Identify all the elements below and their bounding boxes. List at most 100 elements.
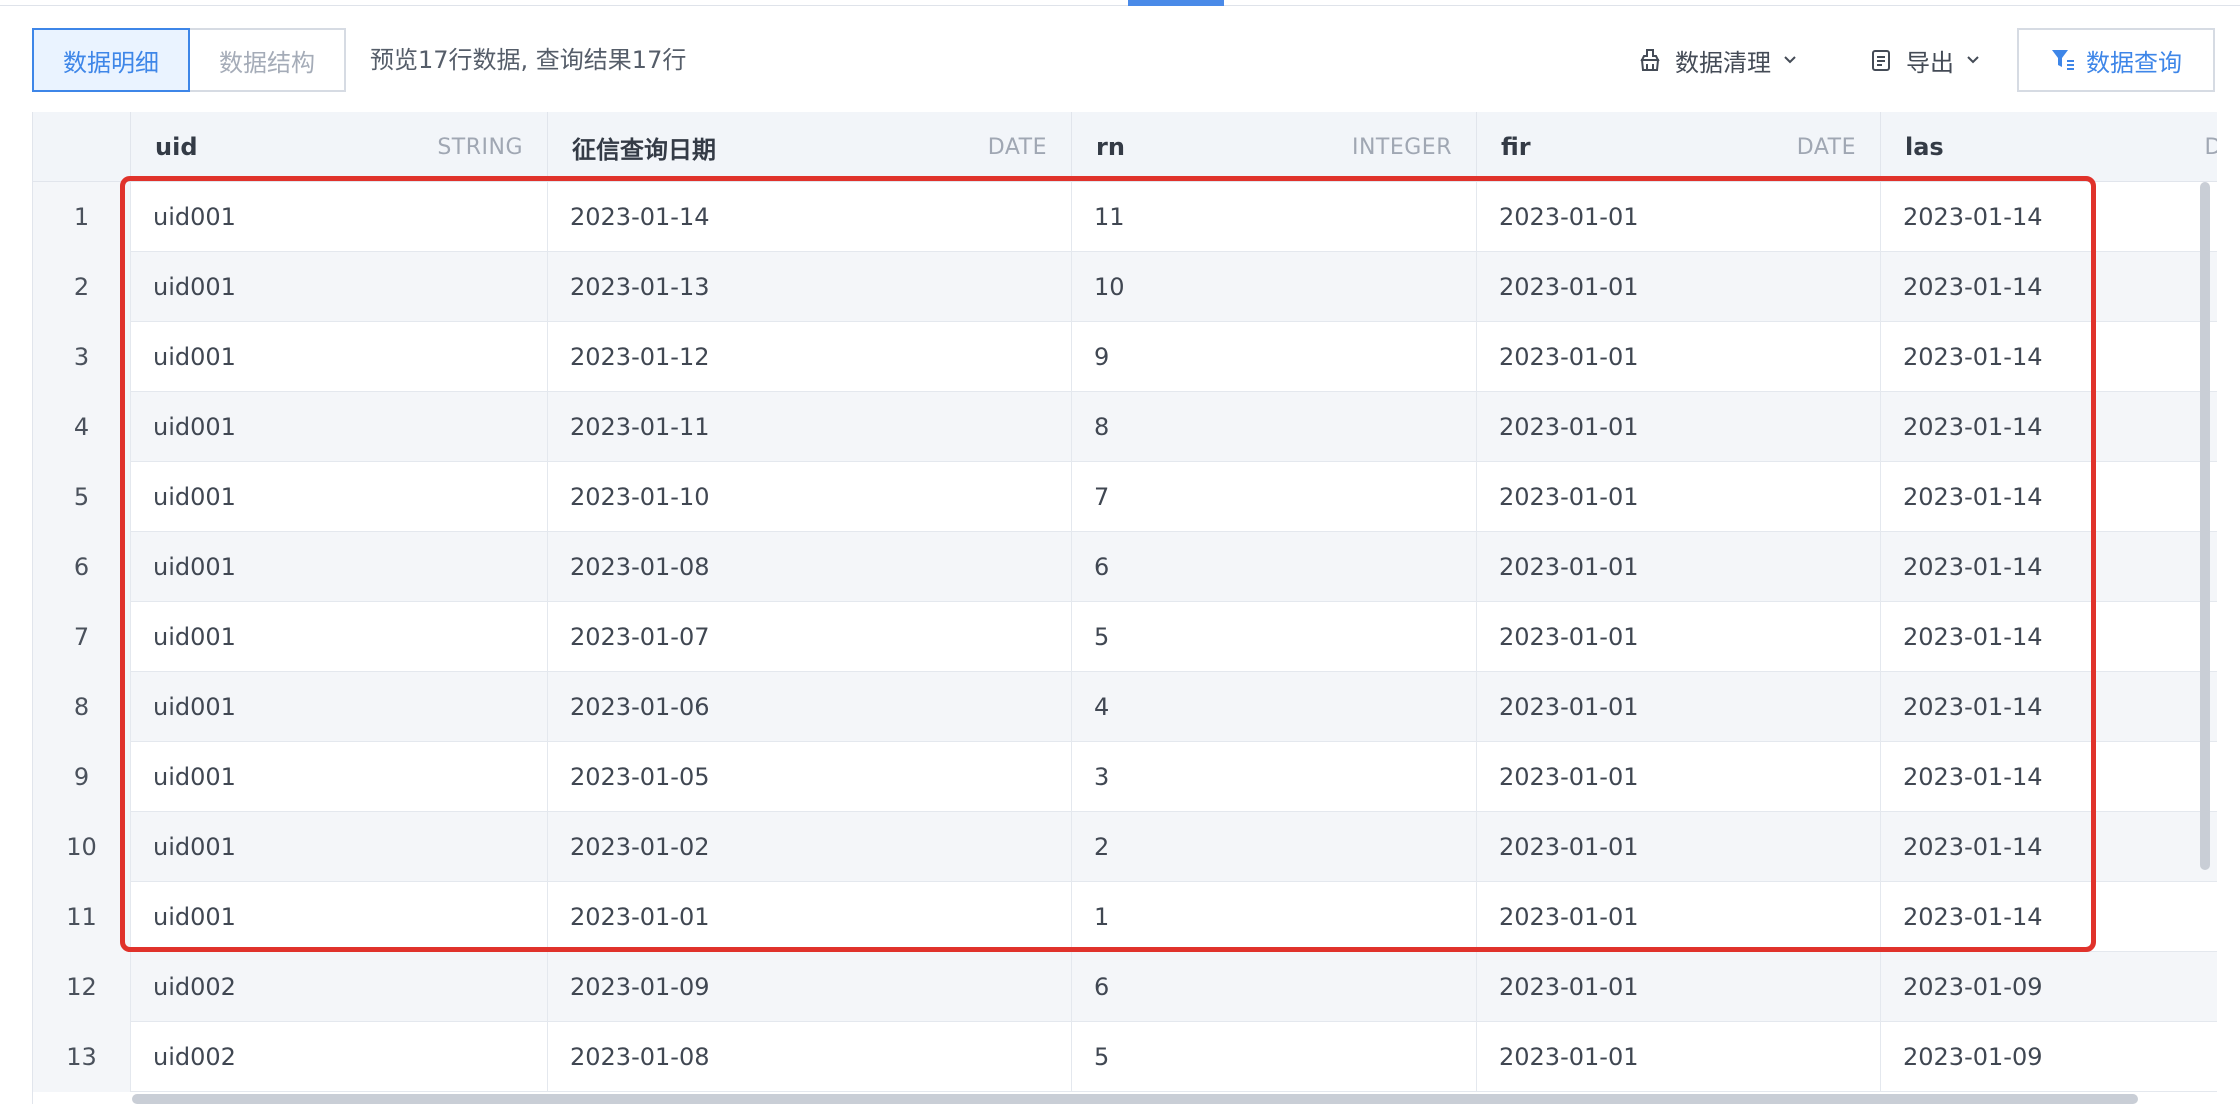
tab-data-detail[interactable]: 数据明细 xyxy=(32,28,190,92)
cell-las: 2023-01-14 xyxy=(1881,392,2217,462)
cell-fir: 2023-01-01 xyxy=(1477,392,1881,462)
cell-las: 2023-01-09 xyxy=(1881,1022,2217,1092)
cell-query-date: 2023-01-11 xyxy=(548,392,1072,462)
chevron-down-icon xyxy=(1964,51,1982,69)
column-name: uid xyxy=(155,133,198,161)
cell-rn: 11 xyxy=(1072,182,1477,252)
view-switch: 数据明细 数据结构 xyxy=(32,28,346,92)
cell-fir: 2023-01-01 xyxy=(1477,952,1881,1022)
table-row[interactable]: 10 uid001 2023-01-02 2 2023-01-01 2023-01-14 xyxy=(33,812,2217,882)
column-header-las[interactable]: las D xyxy=(1881,112,2217,182)
cell-query-date: 2023-01-01 xyxy=(548,882,1072,952)
header-index xyxy=(33,112,131,182)
export-dropdown[interactable]: 导出 xyxy=(1868,28,1982,92)
cell-fir: 2023-01-01 xyxy=(1477,252,1881,322)
cell-las: 2023-01-14 xyxy=(1881,532,2217,602)
cell-fir: 2023-01-01 xyxy=(1477,672,1881,742)
table-row[interactable]: 4 uid001 2023-01-11 8 2023-01-01 2023-01-14 xyxy=(33,392,2217,462)
cell-las: 2023-01-14 xyxy=(1881,462,2217,532)
row-index: 8 xyxy=(33,672,131,742)
tab-data-structure[interactable]: 数据结构 xyxy=(188,28,346,92)
table-row[interactable]: 11 uid001 2023-01-01 1 2023-01-01 2023-01-14 xyxy=(33,882,2217,952)
filter-icon xyxy=(2050,47,2076,73)
cell-uid: uid001 xyxy=(131,252,548,322)
cell-las: 2023-01-14 xyxy=(1881,602,2217,672)
cell-uid: uid001 xyxy=(131,602,548,672)
row-index: 12 xyxy=(33,952,131,1022)
cell-query-date: 2023-01-09 xyxy=(548,952,1072,1022)
data-query-button[interactable]: 数据查询 xyxy=(2017,28,2215,92)
cell-las: 2023-01-14 xyxy=(1881,812,2217,882)
column-header-rn[interactable]: rn INTEGER xyxy=(1072,112,1477,182)
column-type: STRING xyxy=(437,134,523,160)
horizontal-scrollbar[interactable] xyxy=(132,1094,2138,1104)
table-row[interactable]: 8 uid001 2023-01-06 4 2023-01-01 2023-01-14 xyxy=(33,672,2217,742)
export-label: 导出 xyxy=(1906,48,1954,77)
cell-uid: uid002 xyxy=(131,1022,548,1092)
cell-rn: 10 xyxy=(1072,252,1477,322)
column-header-fir[interactable]: fir DATE xyxy=(1477,112,1881,182)
broom-icon xyxy=(1637,47,1663,73)
chevron-down-icon xyxy=(1781,51,1799,69)
cell-fir: 2023-01-01 xyxy=(1477,322,1881,392)
cell-query-date: 2023-01-14 xyxy=(548,182,1072,252)
cell-rn: 2 xyxy=(1072,812,1477,882)
table-row[interactable]: 7 uid001 2023-01-07 5 2023-01-01 2023-01-14 xyxy=(33,602,2217,672)
data-clean-dropdown[interactable]: 数据清理 xyxy=(1637,28,1799,92)
cell-query-date: 2023-01-05 xyxy=(548,742,1072,812)
cell-las: 2023-01-14 xyxy=(1881,882,2217,952)
top-divider xyxy=(0,0,2240,6)
table-row[interactable]: 12 uid002 2023-01-09 6 2023-01-01 2023-01-09 xyxy=(33,952,2217,1022)
row-index: 3 xyxy=(33,322,131,392)
column-name: 征信查询日期 xyxy=(572,135,716,164)
row-index: 9 xyxy=(33,742,131,812)
cell-las: 2023-01-14 xyxy=(1881,672,2217,742)
cell-fir: 2023-01-01 xyxy=(1477,462,1881,532)
column-name: las xyxy=(1905,133,1944,161)
table-row[interactable]: 3 uid001 2023-01-12 9 2023-01-01 2023-01-14 xyxy=(33,322,2217,392)
column-name: rn xyxy=(1096,133,1125,161)
toolbar: 数据明细 数据结构 预览17行数据, 查询结果17行 数据清理 导出 数据查询 xyxy=(32,28,2217,92)
cell-fir: 2023-01-01 xyxy=(1477,882,1881,952)
table-header: uid STRING 征信查询日期 DATE rn INTEGER fir DA… xyxy=(33,112,2217,182)
table-row[interactable]: 5 uid001 2023-01-10 7 2023-01-01 2023-01-14 xyxy=(33,462,2217,532)
table-row[interactable]: 13 uid002 2023-01-08 5 2023-01-01 2023-01-09 xyxy=(33,1022,2217,1092)
cell-rn: 6 xyxy=(1072,952,1477,1022)
row-index: 10 xyxy=(33,812,131,882)
row-index: 1 xyxy=(33,182,131,252)
cell-rn: 4 xyxy=(1072,672,1477,742)
row-index: 13 xyxy=(33,1022,131,1092)
cell-las: 2023-01-09 xyxy=(1881,952,2217,1022)
cell-las: 2023-01-14 xyxy=(1881,742,2217,812)
cell-fir: 2023-01-01 xyxy=(1477,1022,1881,1092)
cell-query-date: 2023-01-06 xyxy=(548,672,1072,742)
cell-las: 2023-01-14 xyxy=(1881,252,2217,322)
cell-fir: 2023-01-01 xyxy=(1477,602,1881,672)
vertical-scrollbar[interactable] xyxy=(2200,182,2210,870)
column-header-uid[interactable]: uid STRING xyxy=(131,112,548,182)
cell-rn: 5 xyxy=(1072,602,1477,672)
data-table: uid STRING 征信查询日期 DATE rn INTEGER fir DA… xyxy=(32,112,2217,1104)
column-name: fir xyxy=(1501,133,1531,161)
cell-uid: uid002 xyxy=(131,952,548,1022)
cell-uid: uid001 xyxy=(131,462,548,532)
cell-uid: uid001 xyxy=(131,182,548,252)
cell-query-date: 2023-01-10 xyxy=(548,462,1072,532)
cell-rn: 1 xyxy=(1072,882,1477,952)
cell-fir: 2023-01-01 xyxy=(1477,182,1881,252)
row-index: 11 xyxy=(33,882,131,952)
cell-query-date: 2023-01-13 xyxy=(548,252,1072,322)
column-type: D xyxy=(2205,135,2217,160)
table-row[interactable]: 1 uid001 2023-01-14 11 2023-01-01 2023-01-14 xyxy=(33,182,2217,252)
cell-uid: uid001 xyxy=(131,742,548,812)
cell-uid: uid001 xyxy=(131,322,548,392)
table-row[interactable]: 9 uid001 2023-01-05 3 2023-01-01 2023-01-14 xyxy=(33,742,2217,812)
column-header-query-date[interactable]: 征信查询日期 DATE xyxy=(548,112,1072,182)
cell-rn: 6 xyxy=(1072,532,1477,602)
cell-query-date: 2023-01-12 xyxy=(548,322,1072,392)
cell-rn: 7 xyxy=(1072,462,1477,532)
row-index: 4 xyxy=(33,392,131,462)
table-row[interactable]: 2 uid001 2023-01-13 10 2023-01-01 2023-01-14 xyxy=(33,252,2217,322)
data-clean-label: 数据清理 xyxy=(1675,48,1771,77)
table-row[interactable]: 6 uid001 2023-01-08 6 2023-01-01 2023-01-14 xyxy=(33,532,2217,602)
